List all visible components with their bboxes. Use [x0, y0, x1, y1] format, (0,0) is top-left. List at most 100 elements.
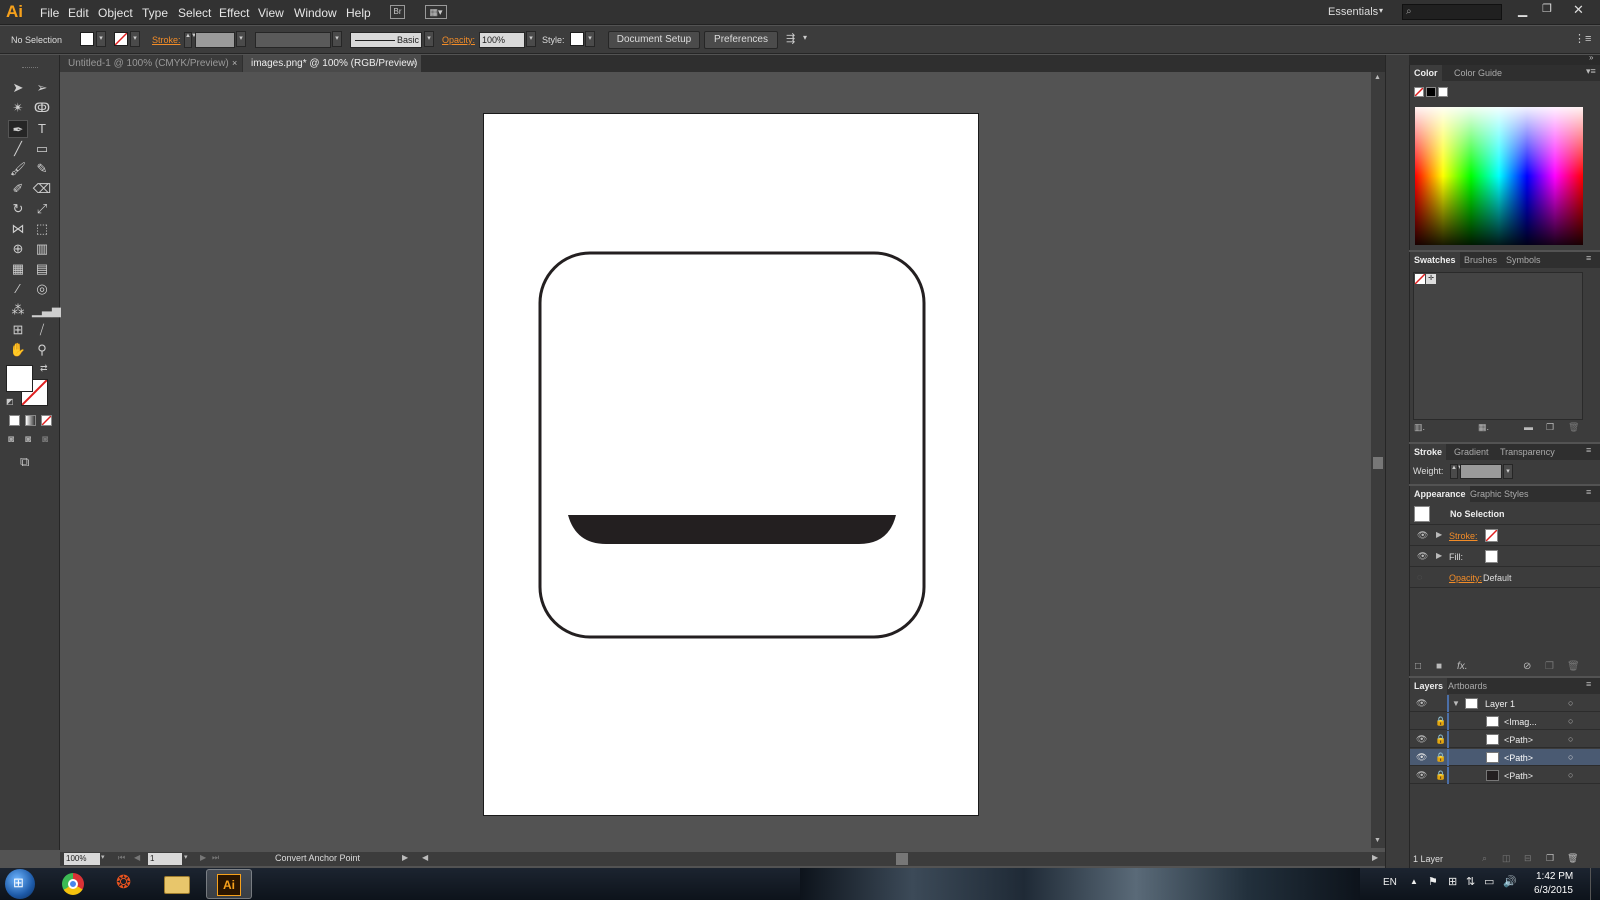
column-graph-tool-icon[interactable]: ▁▃▅ — [32, 301, 62, 319]
taskbar-chrome[interactable] — [50, 869, 96, 899]
tab-artboards[interactable]: Artboards — [1444, 678, 1491, 694]
fill-swatch[interactable] — [80, 32, 94, 46]
color-spectrum[interactable] — [1415, 107, 1583, 245]
control-menu-icon[interactable]: ⋮≡ — [1574, 32, 1591, 45]
new-swatch-icon[interactable]: ❐ — [1546, 422, 1554, 433]
opacity-field[interactable]: 100% — [479, 32, 525, 48]
delete-layer-icon[interactable]: 🗑 — [1567, 853, 1578, 864]
new-sublayer-icon[interactable]: ⊟ — [1524, 853, 1532, 864]
vertical-scrollbar[interactable]: ▲ ▼ — [1371, 72, 1385, 848]
appearance-opacity-row[interactable]: ◌ Opacity: Default — [1410, 568, 1600, 588]
scroll-up-icon[interactable]: ▲ — [1374, 74, 1381, 81]
stroke-stepper[interactable]: ▲▼ — [184, 32, 197, 48]
delete-item-icon[interactable]: 🗑 — [1567, 661, 1580, 672]
menu-select[interactable]: Select — [178, 6, 211, 20]
magic-wand-tool-icon[interactable]: ✴ — [8, 99, 28, 117]
horizontal-scrollbar[interactable]: ◀ ▶ — [420, 852, 1385, 866]
tab-appearance[interactable]: Appearance — [1410, 486, 1470, 502]
make-clipping-mask-icon[interactable]: ◫ — [1502, 853, 1511, 864]
zoom-chevron-icon[interactable]: ▾ — [101, 853, 105, 861]
none-swatch[interactable] — [1415, 274, 1425, 284]
lock-icon[interactable]: 🔒 — [1435, 752, 1446, 763]
tab-stroke[interactable]: Stroke — [1410, 444, 1447, 460]
swap-colors-icon[interactable]: ⇄ — [40, 363, 48, 374]
panel-menu-icon[interactable]: ≡ — [1586, 253, 1591, 263]
gradient-tool-icon[interactable]: ▤ — [32, 260, 52, 278]
show-desktop-button[interactable] — [1590, 868, 1600, 900]
clock-date[interactable]: 6/3/2015 — [1534, 885, 1573, 896]
weight-field[interactable] — [1460, 464, 1502, 479]
network-tray-icon[interactable]: ⇅ — [1466, 875, 1475, 888]
brush-definition[interactable]: Basic — [350, 32, 422, 48]
tab-gradient[interactable]: Gradient — [1450, 444, 1493, 460]
tab-brushes[interactable]: Brushes — [1460, 252, 1501, 268]
appearance-stroke-label[interactable]: Stroke: — [1449, 531, 1478, 541]
artboard-number-field[interactable]: 1 — [148, 853, 182, 865]
visibility-eye-icon[interactable]: ◌ — [1417, 572, 1422, 582]
artboard-chevron-icon[interactable]: ▾ — [184, 853, 188, 861]
eraser-tool-icon[interactable]: ⌫ — [32, 180, 52, 198]
zoom-field[interactable]: 100% — [64, 853, 100, 865]
opacity-label[interactable]: Opacity: — [442, 35, 475, 45]
visibility-eye-icon[interactable]: 👁 — [1417, 551, 1428, 562]
layer-row-path-black[interactable]: 👁 🔒 <Path> ○ — [1410, 767, 1600, 784]
item-name[interactable]: <Imag... — [1504, 717, 1537, 727]
show-kinds-icon[interactable]: ▦. — [1478, 422, 1489, 433]
layer-row-image[interactable]: 🔒 <Imag... ○ — [1410, 713, 1600, 730]
stroke-swatch[interactable] — [114, 32, 128, 46]
artboard[interactable] — [483, 113, 979, 816]
tab-untitled-1[interactable]: Untitled-1 @ 100% (CMYK/Preview) × — [60, 55, 242, 72]
add-stroke-icon[interactable]: □ — [1415, 661, 1421, 672]
menu-view[interactable]: View — [258, 6, 284, 20]
minimize-icon[interactable]: ▁ — [1518, 3, 1527, 17]
preferences-button[interactable]: Preferences — [704, 31, 778, 49]
tab-layers[interactable]: Layers — [1410, 678, 1448, 694]
variable-width-dropdown[interactable]: ▾ — [332, 31, 342, 47]
scroll-left-icon[interactable]: ◀ — [422, 853, 428, 862]
item-name[interactable]: <Path> — [1504, 753, 1533, 763]
perspective-grid-tool-icon[interactable]: ▥ — [32, 240, 52, 258]
gradient-mode-icon[interactable] — [25, 415, 36, 426]
shape-builder-tool-icon[interactable]: ⊕ — [8, 240, 28, 258]
layer-row-path-selected[interactable]: 👁 🔒 <Path> ○ — [1410, 749, 1600, 766]
tab-graphic-styles[interactable]: Graphic Styles — [1466, 486, 1533, 502]
white-swatch[interactable] — [1438, 87, 1448, 97]
toolbar-grip[interactable] — [22, 67, 38, 69]
stroke-weight-dropdown[interactable]: ▾ — [236, 31, 246, 47]
panel-menu-icon[interactable]: ≡ — [1586, 679, 1591, 689]
new-layer-icon[interactable]: ❐ — [1546, 853, 1554, 864]
bottom-bar-path[interactable] — [568, 515, 896, 544]
blob-brush-tool-icon[interactable]: ✐ — [8, 180, 28, 198]
appearance-fill-row[interactable]: 👁 ▶ Fill: — [1410, 547, 1600, 567]
stroke-dropdown[interactable]: ▾ — [130, 31, 140, 47]
next-artboard-icon[interactable]: ▶ — [200, 853, 206, 862]
type-tool-icon[interactable]: T — [32, 120, 52, 138]
arrange-documents-icon[interactable]: ▦▾ — [425, 5, 447, 19]
draw-normal-icon[interactable]: ◙ — [8, 434, 14, 445]
black-swatch[interactable] — [1426, 87, 1436, 97]
zoom-tool-icon[interactable]: ⚲ — [32, 341, 52, 359]
layer-row-layer-1[interactable]: 👁 ▼ Layer 1 ○ — [1410, 695, 1600, 712]
visibility-eye-icon[interactable]: 👁 — [1417, 530, 1428, 541]
arrange-icon[interactable]: ⇶ — [786, 32, 795, 45]
menu-edit[interactable]: Edit — [68, 6, 89, 20]
action-center-flag-icon[interactable]: ⚑ — [1428, 875, 1438, 888]
weight-stepper[interactable]: ▲▼ — [1450, 464, 1463, 479]
close-icon[interactable]: ✕ — [1573, 2, 1584, 18]
free-transform-tool-icon[interactable]: ⬚ — [32, 220, 52, 238]
locate-object-icon[interactable]: ⌕ — [1482, 853, 1487, 864]
taskbar-explorer[interactable] — [154, 869, 200, 899]
arrange-chevron-icon[interactable]: ▾ — [803, 33, 807, 42]
clock-time[interactable]: 1:42 PM — [1536, 871, 1573, 882]
registration-swatch[interactable]: ✛ — [1426, 274, 1436, 284]
item-name[interactable]: <Path> — [1504, 771, 1533, 781]
color-mode-icon[interactable] — [9, 415, 20, 426]
pen-tool-icon[interactable]: ✒ — [8, 120, 28, 138]
workspace-chevron-icon[interactable]: ▾ — [1379, 6, 1383, 15]
eyedropper-tool-icon[interactable]: ⁄ — [8, 280, 28, 298]
horizontal-scroll-thumb[interactable] — [896, 853, 908, 865]
appearance-opacity-label[interactable]: Opacity: — [1449, 573, 1482, 583]
rectangle-tool-icon[interactable]: ▭ — [32, 140, 52, 158]
lasso-tool-icon[interactable]: ↂ — [32, 99, 52, 117]
visibility-eye-icon[interactable]: 👁 — [1416, 752, 1427, 763]
